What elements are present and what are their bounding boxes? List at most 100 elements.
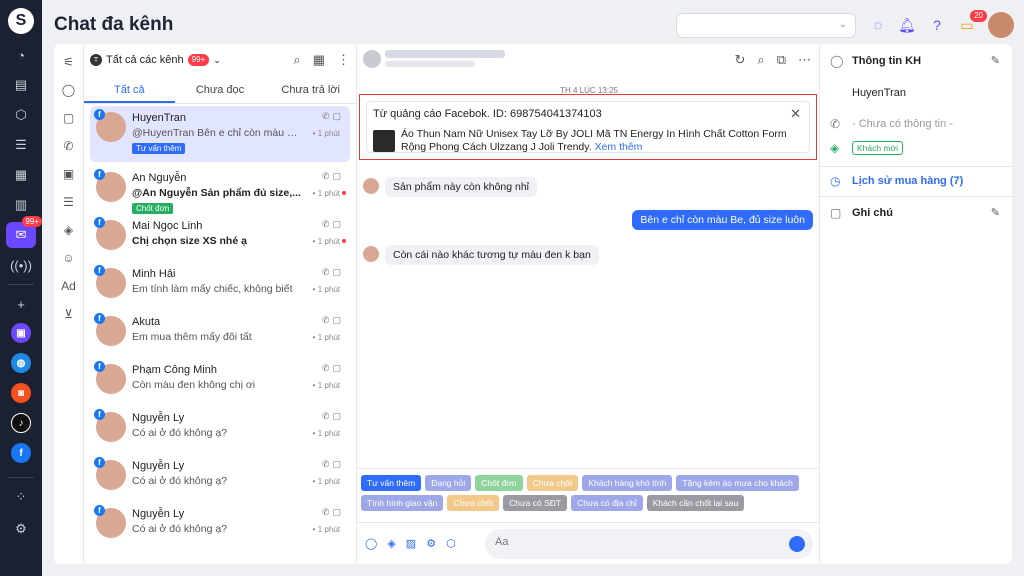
products-icon[interactable]: ⬡ xyxy=(6,102,36,128)
ad-thumbnail xyxy=(373,130,395,152)
tab-unread[interactable]: Chưa đọc xyxy=(175,76,266,103)
contact-name: HuyenTran xyxy=(132,112,187,124)
shop-select[interactable]: ⌄ xyxy=(676,13,856,38)
message-time: • 1 phút xyxy=(312,429,340,438)
more-icon[interactable]: ⋯ xyxy=(798,52,811,68)
conversation-item[interactable]: f Minh Hải Em tính làm mấy chiếc, không bi… xyxy=(90,262,350,310)
qr-icon[interactable]: ▦ xyxy=(313,52,325,68)
facebook-icon: f xyxy=(94,265,105,276)
phone-filter-icon[interactable]: ✆ xyxy=(59,136,79,156)
quick-tag[interactable]: Khách hàng khó tính xyxy=(582,475,673,491)
ad-title: Từ quảng cáo Facebok. ID: 69875404137410… xyxy=(373,108,602,120)
list-icon[interactable]: ☰ xyxy=(6,132,36,158)
notes-title: Ghi chú xyxy=(852,207,893,219)
notification-badge: 20 xyxy=(970,10,987,22)
conversation-item[interactable]: f Nguyễn Ly Có ai ở đó không ạ? ✆▢ • 1 phút xyxy=(90,502,350,550)
edit-icon[interactable]: ✎ xyxy=(991,54,1000,67)
inbox-icon[interactable]: ▭ 20 xyxy=(957,10,987,35)
bot-filter-icon[interactable]: ☺ xyxy=(59,248,79,268)
history-icon: ◷ xyxy=(830,174,841,188)
last-message: Có ai ở đó không ạ? xyxy=(132,475,228,487)
grid-icon[interactable]: ▦ xyxy=(6,162,36,188)
ad-description: Áo Thun Nam Nữ Unisex Tay Lỡ By JOLI Mã … xyxy=(401,128,799,154)
chat-bubble-icon[interactable]: ◯ xyxy=(365,537,377,550)
shop-channel-icon[interactable]: ▣ xyxy=(11,323,31,343)
quick-tag[interactable]: Chốt đơn xyxy=(475,475,523,491)
live-filter-icon[interactable]: ▣ xyxy=(59,164,79,184)
tab-unanswered[interactable]: Chưa trả lời xyxy=(265,76,356,103)
channel-selector[interactable]: T Tất cả các kênh 99+ ⌄ ⌕ ▦ ⋮ xyxy=(84,44,356,76)
dashboard-icon[interactable]: ◔ xyxy=(6,42,36,68)
ad-filter-icon[interactable]: Ad xyxy=(59,276,79,296)
more-icon[interactable]: ⋮ xyxy=(337,52,350,68)
messenger-icon[interactable]: ◌ xyxy=(868,15,888,35)
orders-icon[interactable]: ▤ xyxy=(6,72,36,98)
facebook-channel-icon[interactable]: f xyxy=(11,443,31,463)
emoji-icon[interactable] xyxy=(789,536,805,552)
last-message: Có ai ở đó không ạ? xyxy=(132,523,228,535)
message-input[interactable] xyxy=(495,536,775,548)
ad-see-more-link[interactable]: Xem thêm xyxy=(595,141,643,153)
web-channel-icon[interactable]: ◍ xyxy=(11,353,31,373)
help-icon[interactable]: ? xyxy=(927,15,947,35)
broadcast-icon[interactable]: ((•)) xyxy=(6,252,36,278)
quick-tag[interactable]: Chưa chốt xyxy=(447,495,500,511)
purchase-history-link[interactable]: Lịch sử mua hàng (7) xyxy=(852,175,963,187)
conversation-item[interactable]: f An Nguyễn @An Nguyễn Sản phẩm đủ size,..… xyxy=(90,166,350,214)
quick-tag[interactable]: Tặng kèm áo mưa cho khách xyxy=(676,475,799,491)
customer-name: HuyenTran xyxy=(852,87,907,99)
report-icon[interactable]: ▥ xyxy=(6,192,36,218)
settings-icon[interactable]: ⚙ xyxy=(6,516,36,542)
quick-tag[interactable]: Tình hình giao vận xyxy=(361,495,444,511)
apps-icon[interactable]: ⁘ xyxy=(6,484,36,510)
post-filter-icon[interactable]: ☰ xyxy=(59,192,79,212)
bell-icon[interactable]: 🔔︎ xyxy=(897,15,917,35)
product-icon[interactable]: ⬡ xyxy=(446,537,456,550)
tag-icon[interactable]: ◈ xyxy=(387,537,395,550)
message-outgoing: Bên e chỉ còn màu Be, đủ size luôn xyxy=(632,210,813,230)
channel-type-icons: ✆▢ xyxy=(321,411,344,421)
ad-source-card: Từ quảng cáo Facebok. ID: 69875404137410… xyxy=(359,94,817,160)
tab-all[interactable]: Tất cả xyxy=(84,76,175,103)
user-avatar[interactable] xyxy=(988,12,1014,38)
clear-filter-icon[interactable]: ⊻ xyxy=(59,304,79,324)
edit-icon[interactable]: ✎ xyxy=(991,206,1000,219)
message-filter-icon[interactable]: ▢ xyxy=(59,108,79,128)
last-message: Em tính làm mấy chiếc, không biết xyxy=(132,283,293,295)
conversation-item[interactable]: f Nguyễn Ly Có ai ở đó không ạ? ✆▢ • 1 phút xyxy=(90,454,350,502)
customer-tag[interactable]: Khách mới xyxy=(852,141,904,155)
facebook-icon: f xyxy=(94,409,105,420)
conversation-item[interactable]: f Phạm Công Minh Còn màu đen không chị ơi ✆… xyxy=(90,358,350,406)
open-external-icon[interactable]: ⧉ xyxy=(777,52,786,68)
settings-icon[interactable]: ⚙ xyxy=(426,537,436,550)
chat-nav-badge: 99+ xyxy=(22,216,42,227)
chat-nav-icon[interactable]: ✉ 99+ xyxy=(6,216,42,248)
quick-tag[interactable]: Chưa có địa chỉ xyxy=(571,495,643,511)
quick-tag[interactable]: Chưa chốt xyxy=(526,475,579,491)
conversation-item[interactable]: f HuyenTran @HuyenTran Bên e chỉ còn màu B… xyxy=(90,106,350,162)
channel-type-icons: ✆▢ xyxy=(321,219,344,229)
quick-tag[interactable]: Đang hỏi xyxy=(425,475,472,491)
quick-tag[interactable]: Tư vấn thêm xyxy=(361,475,422,491)
quick-tag[interactable]: Chưa có SĐT xyxy=(503,495,568,511)
search-icon[interactable]: ⌕ xyxy=(293,52,300,68)
facebook-icon: f xyxy=(94,313,105,324)
conversation-item[interactable]: f Nguyễn Ly Có ai ở đó không ạ? ✆▢ • 1 phút xyxy=(90,406,350,454)
search-icon[interactable]: ⌕ xyxy=(757,52,764,68)
close-icon[interactable]: ✕ xyxy=(790,106,801,122)
conversation-item[interactable]: f Mai Ngọc Linh Chị chọn size XS nhé ạ ✆▢ • … xyxy=(90,214,350,262)
quick-tag[interactable]: Khách cần chốt lại sau xyxy=(646,495,745,511)
refresh-icon[interactable]: ↻ xyxy=(735,52,746,68)
tag-filter-icon[interactable]: ◈ xyxy=(59,220,79,240)
filter-settings-icon[interactable]: ⚟ xyxy=(59,52,79,72)
shopee-channel-icon[interactable]: ◙ xyxy=(11,383,31,403)
tiktok-channel-icon[interactable]: ♪ xyxy=(11,413,31,433)
unread-dot xyxy=(342,191,346,195)
message-time: • 1 phút xyxy=(312,381,340,390)
app-logo[interactable]: S xyxy=(8,8,34,34)
message-time: • 1 phút xyxy=(312,285,340,294)
conversation-item[interactable]: f Akuta Em mua thêm mấy đôi tất ✆▢ • 1 phút xyxy=(90,310,350,358)
add-icon[interactable]: + xyxy=(6,291,36,317)
image-icon[interactable]: ▨ xyxy=(406,537,416,550)
comment-filter-icon[interactable]: ◯ xyxy=(59,80,79,100)
